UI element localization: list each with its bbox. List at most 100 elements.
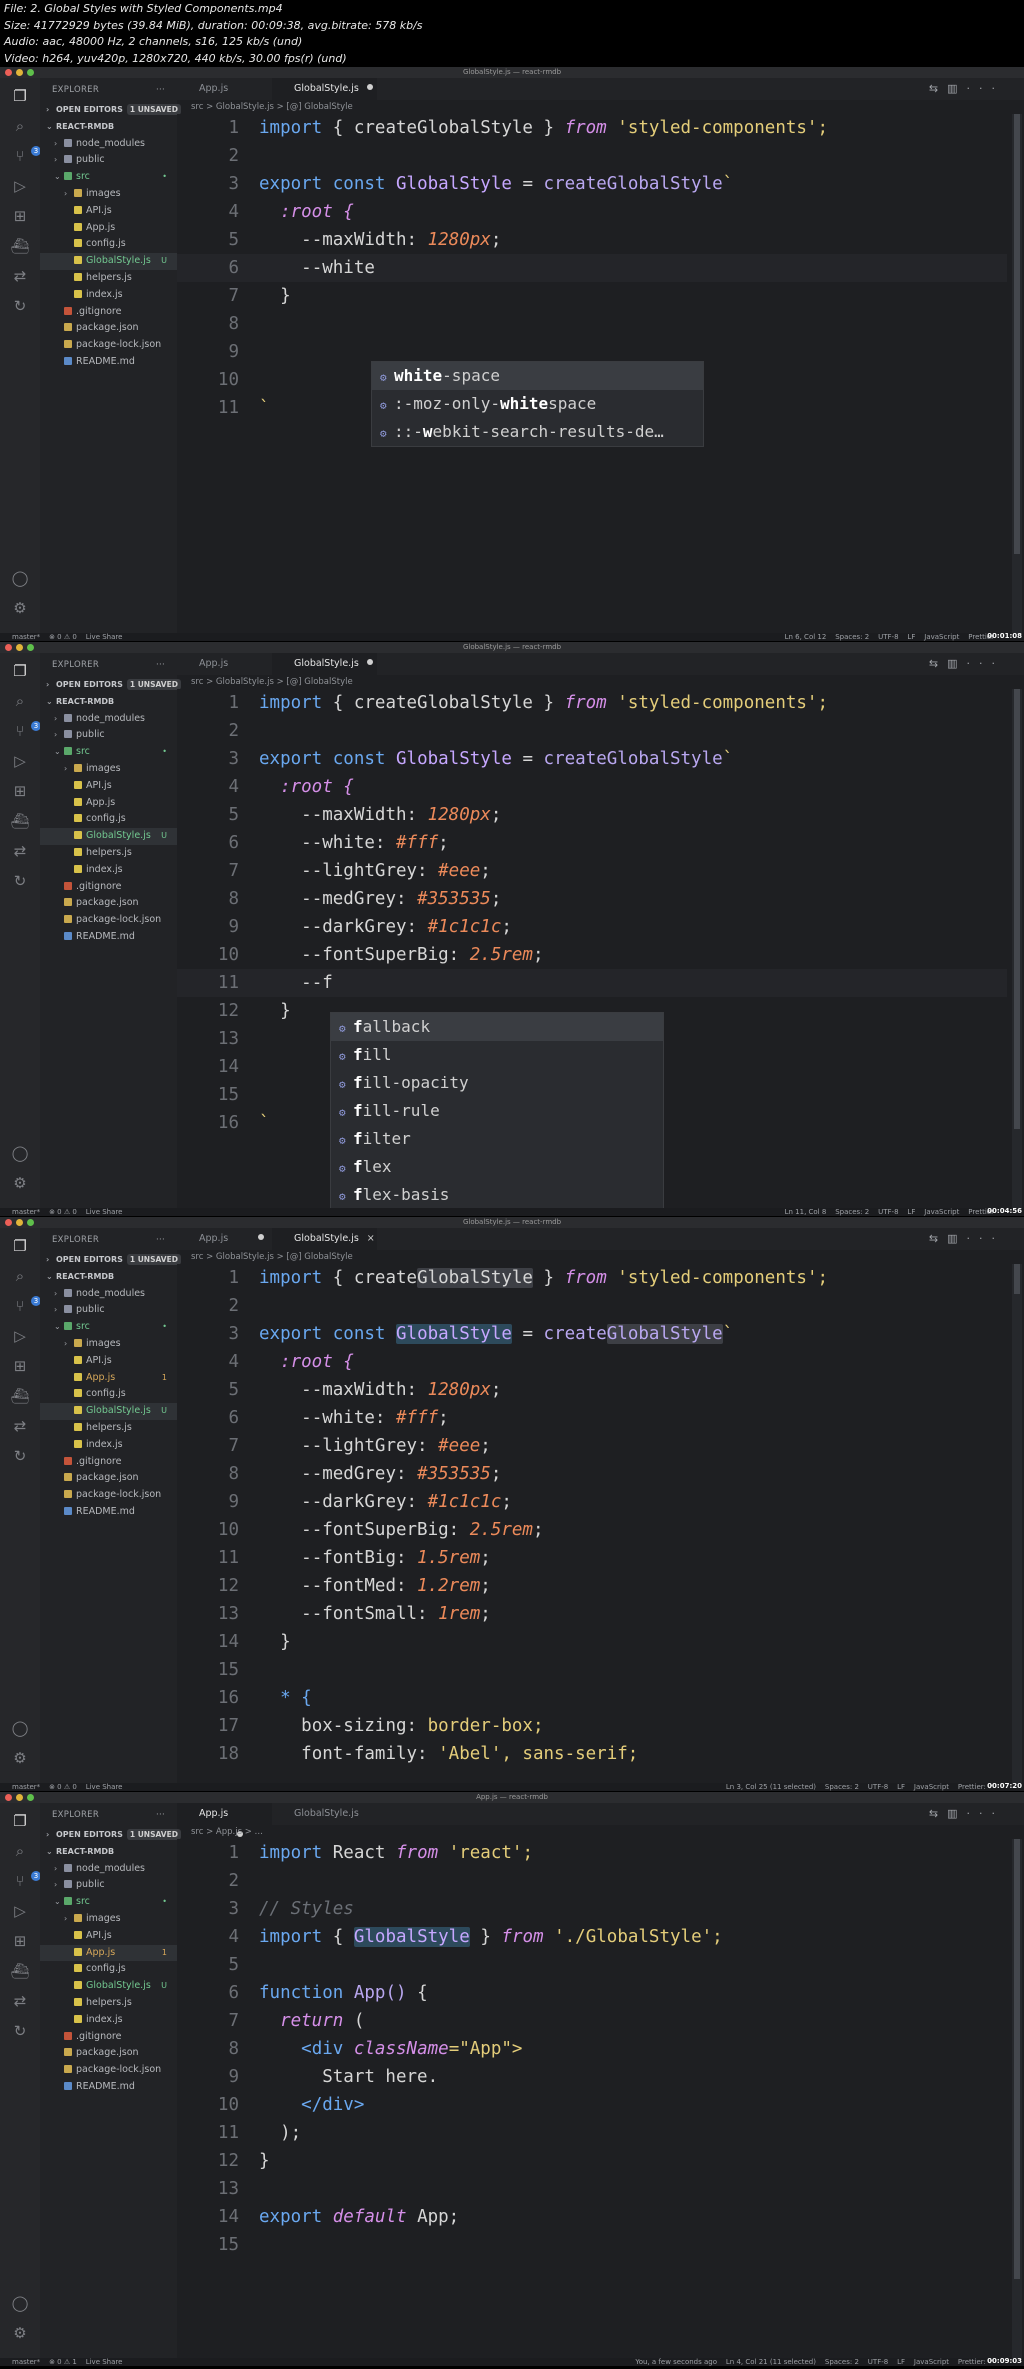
- tree-public[interactable]: › public: [40, 1877, 177, 1894]
- project-section[interactable]: ⌄ REACT-RMDB: [40, 119, 177, 136]
- code-line[interactable]: 5: [177, 1951, 1007, 1979]
- extensions-icon[interactable]: ⊞: [10, 206, 30, 226]
- breadcrumb[interactable]: src > App.js > …: [177, 1825, 1024, 1839]
- source-control-icon[interactable]: ⑂ 3: [10, 1296, 41, 1316]
- accounts-icon[interactable]: ◯: [10, 1143, 30, 1163]
- code-line[interactable]: 3 export const GlobalStyle = createGlobal…: [177, 170, 1007, 198]
- tree-package-lock[interactable]: package-lock.json: [40, 912, 177, 929]
- tree-package[interactable]: package.json: [40, 320, 177, 337]
- suggestion-item[interactable]: ⚙ filter: [331, 1125, 663, 1153]
- editor-scrollbar[interactable]: [1012, 1264, 1022, 1783]
- tree-app[interactable]: App.js 1: [40, 1370, 177, 1387]
- run-debug-icon[interactable]: ▷: [10, 176, 30, 196]
- code-line[interactable]: 16 * {: [177, 1684, 1007, 1712]
- tree-src[interactable]: ⌄ src •: [40, 744, 177, 761]
- code-line[interactable]: 12}: [177, 2147, 1007, 2175]
- settings-icon[interactable]: ⚙: [10, 2323, 30, 2343]
- code-line[interactable]: 10 --fontSuperBig: 2.5rem;: [177, 941, 1007, 969]
- status-left[interactable]: master* ⊗ 0 ⚠ 1 Live Share: [12, 2358, 122, 2366]
- tree-gitignore[interactable]: .gitignore: [40, 879, 177, 896]
- suggestion-item[interactable]: ⚙ flex-basis: [331, 1181, 663, 1209]
- search-icon[interactable]: ⌕: [10, 1266, 30, 1286]
- extensions-icon[interactable]: ⊞: [10, 1931, 30, 1951]
- code-line[interactable]: 7 }: [177, 282, 1007, 310]
- code-line[interactable]: 15: [177, 1656, 1007, 1684]
- accounts-icon[interactable]: ◯: [10, 1718, 30, 1738]
- code-line[interactable]: 4 :root {: [177, 1348, 1007, 1376]
- tab-app-js[interactable]: App.js: [177, 78, 272, 100]
- code-line[interactable]: 2: [177, 1867, 1007, 1895]
- remote-icon[interactable]: ⇄: [10, 1416, 30, 1436]
- tree-config[interactable]: config.js: [40, 1961, 177, 1978]
- more-icon[interactable]: ···: [967, 1807, 1005, 1820]
- settings-icon[interactable]: ⚙: [10, 598, 30, 618]
- editor-scrollbar[interactable]: [1012, 689, 1022, 1208]
- tree-index[interactable]: index.js: [40, 2012, 177, 2029]
- status-right[interactable]: Ln 3, Col 25 (11 selected) Spaces: 2 UTF…: [726, 1783, 994, 1791]
- minimize-window-icon[interactable]: [16, 644, 23, 651]
- editor-scrollbar[interactable]: [1012, 1839, 1022, 2358]
- tab-globalstyle-js[interactable]: GlobalStyle.js ×: [272, 1228, 377, 1250]
- tree-globalstyle[interactable]: GlobalStyle.js U: [40, 1403, 177, 1420]
- code-line[interactable]: 6 --white: #fff;: [177, 829, 1007, 857]
- tree-helpers[interactable]: helpers.js: [40, 270, 177, 287]
- split-editor-icon[interactable]: ▥: [947, 1232, 966, 1245]
- suggestion-item[interactable]: ⚙ fill: [331, 1041, 663, 1069]
- status-right[interactable]: Ln 6, Col 12 Spaces: 2 UTF-8 LF JavaScri…: [785, 633, 994, 641]
- close-window-icon[interactable]: [5, 1794, 12, 1801]
- code-line[interactable]: 9 --darkGrey: #1c1c1c;: [177, 913, 1007, 941]
- tree-src[interactable]: ⌄ src •: [40, 1894, 177, 1911]
- more-icon[interactable]: ···: [156, 1803, 165, 1827]
- settings-icon[interactable]: ⚙: [10, 1748, 30, 1768]
- code-line[interactable]: 17 box-sizing: border-box;: [177, 1712, 1007, 1740]
- tree-app[interactable]: App.js: [40, 795, 177, 812]
- autocomplete-popup[interactable]: ⚙ white-space ⚙:-moz-only-whitespace ⚙::-we…: [371, 361, 704, 447]
- code-line[interactable]: 8: [177, 310, 1007, 338]
- source-control-icon[interactable]: ⑂ 3: [10, 721, 41, 741]
- suggestion-item[interactable]: ⚙::-webkit-search-results-de…: [372, 418, 703, 446]
- code-line[interactable]: 7 --lightGrey: #eee;: [177, 857, 1007, 885]
- minimize-window-icon[interactable]: [16, 69, 23, 76]
- tree-package-lock[interactable]: package-lock.json: [40, 2062, 177, 2079]
- tree-package-lock[interactable]: package-lock.json: [40, 1487, 177, 1504]
- accounts-icon[interactable]: ◯: [10, 2293, 30, 2313]
- code-line[interactable]: 11 --f: [177, 969, 1007, 997]
- compare-icon[interactable]: ⇆: [929, 1807, 947, 1820]
- tab-globalstyle-js[interactable]: GlobalStyle.js: [272, 1803, 377, 1825]
- tree-gitignore[interactable]: .gitignore: [40, 1454, 177, 1471]
- tree-api[interactable]: API.js: [40, 1928, 177, 1945]
- code-line[interactable]: 3 // Styles: [177, 1895, 1007, 1923]
- tree-src[interactable]: ⌄ src •: [40, 1319, 177, 1336]
- more-icon[interactable]: ···: [156, 653, 165, 677]
- code-line[interactable]: 13: [177, 2175, 1007, 2203]
- breadcrumb[interactable]: src > GlobalStyle.js > [@] GlobalStyle: [177, 100, 1024, 114]
- tree-node-modules[interactable]: › node_modules: [40, 711, 177, 728]
- tree-api[interactable]: API.js: [40, 1353, 177, 1370]
- breadcrumb[interactable]: src > GlobalStyle.js > [@] GlobalStyle: [177, 675, 1024, 689]
- code-line[interactable]: 4 :root {: [177, 773, 1007, 801]
- live-share-icon[interactable]: ↻: [10, 871, 30, 891]
- code-line[interactable]: 14 }: [177, 1628, 1007, 1656]
- live-share-icon[interactable]: ↻: [10, 296, 30, 316]
- code-line[interactable]: 7 --lightGrey: #eee;: [177, 1432, 1007, 1460]
- code-line[interactable]: 18 font-family: 'Abel', sans-serif;: [177, 1740, 1007, 1768]
- tree-app[interactable]: App.js 1: [40, 1944, 177, 1962]
- code-line[interactable]: 12 --fontMed: 1.2rem;: [177, 1572, 1007, 1600]
- more-icon[interactable]: ···: [967, 82, 1005, 95]
- tree-images[interactable]: › images: [40, 1911, 177, 1928]
- split-editor-icon[interactable]: ▥: [947, 1807, 966, 1820]
- tree-public[interactable]: › public: [40, 152, 177, 169]
- project-section[interactable]: ⌄ REACT-RMDB: [40, 1269, 177, 1286]
- tree-package[interactable]: package.json: [40, 1470, 177, 1487]
- docker-icon[interactable]: ⛴: [10, 236, 30, 256]
- code-line[interactable]: 2: [177, 717, 1007, 745]
- tree-public[interactable]: › public: [40, 1302, 177, 1319]
- settings-icon[interactable]: ⚙: [10, 1173, 30, 1193]
- more-icon[interactable]: ···: [156, 78, 165, 102]
- extensions-icon[interactable]: ⊞: [10, 1356, 30, 1376]
- project-section[interactable]: ⌄ REACT-RMDB: [40, 694, 177, 711]
- maximize-window-icon[interactable]: [27, 1219, 34, 1226]
- tree-public[interactable]: › public: [40, 727, 177, 744]
- code-line[interactable]: 1 import { createGlobalStyle } from 'styl…: [177, 1264, 1007, 1292]
- tree-config[interactable]: config.js: [40, 811, 177, 828]
